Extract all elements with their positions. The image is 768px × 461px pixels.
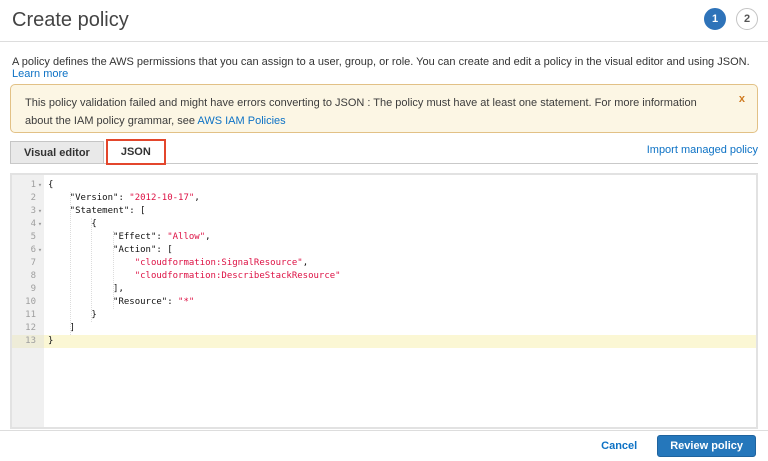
code-line[interactable]: 7 "cloudformation:SignalResource", — [12, 257, 756, 270]
line-number: 7 — [31, 257, 36, 270]
footer-bar: Cancel Review policy — [0, 430, 768, 461]
fold-arrow-icon[interactable]: ▾ — [36, 218, 44, 231]
tab-json[interactable]: JSON — [108, 141, 164, 163]
wizard-step-1: 1 — [704, 8, 726, 30]
tabs: Visual editorJSON — [10, 141, 164, 163]
code-line[interactable]: 9 ], — [12, 283, 756, 296]
code-line[interactable]: 10 "Resource": "*" — [12, 296, 756, 309]
line-number: 9 — [31, 283, 36, 296]
line-number-cell: 13 — [12, 335, 44, 348]
fold-arrow-icon[interactable]: ▾ — [36, 205, 44, 218]
line-number-cell: 6▾ — [12, 244, 44, 257]
code-line[interactable]: 13} — [12, 335, 756, 348]
line-number-cell: 11 — [12, 309, 44, 322]
code-line[interactable]: 12 ] — [12, 322, 756, 335]
code-line[interactable]: 11 } — [12, 309, 756, 322]
code-line[interactable]: 1▾{ — [12, 179, 756, 192]
line-number-cell: 12 — [12, 322, 44, 335]
line-number: 11 — [25, 309, 36, 322]
line-number-cell: 10 — [12, 296, 44, 309]
code-text: "Statement": [ — [44, 205, 756, 218]
learn-more-link[interactable]: Learn more — [12, 68, 68, 80]
json-editor[interactable]: 1▾{2 "Version": "2012-10-17",3▾ "Stateme… — [10, 173, 758, 429]
line-number-cell: 1▾ — [12, 179, 44, 192]
validation-alert: This policy validation failed and might … — [10, 84, 758, 133]
tab-bar: Visual editorJSON Import managed policy — [10, 141, 758, 164]
tab-visual-editor[interactable]: Visual editor — [10, 141, 104, 163]
line-number-cell: 8 — [12, 270, 44, 283]
code-lines: 1▾{2 "Version": "2012-10-17",3▾ "Stateme… — [12, 179, 756, 348]
intro-sentence: A policy defines the AWS permissions tha… — [12, 56, 750, 68]
import-managed-policy-link[interactable]: Import managed policy — [647, 144, 758, 156]
page-title: Create policy — [12, 9, 129, 32]
fold-arrow-icon[interactable]: ▾ — [36, 179, 44, 192]
header-divider — [0, 41, 768, 42]
line-number-cell: 2 — [12, 192, 44, 205]
fold-arrow-icon[interactable]: ▾ — [36, 244, 44, 257]
line-number-cell: 9 — [12, 283, 44, 296]
review-policy-button[interactable]: Review policy — [657, 435, 756, 457]
line-number: 13 — [25, 335, 36, 348]
code-text: { — [44, 218, 756, 231]
line-number: 5 — [31, 231, 36, 244]
close-icon[interactable]: x — [739, 90, 745, 108]
code-text: "Effect": "Allow", — [44, 231, 756, 244]
line-number: 2 — [31, 192, 36, 205]
code-line[interactable]: 5 "Effect": "Allow", — [12, 231, 756, 244]
code-text: } — [44, 309, 756, 322]
line-number: 10 — [25, 296, 36, 309]
code-text: "Resource": "*" — [44, 296, 756, 309]
page-header: Create policy 12 — [0, 0, 768, 41]
line-number-cell: 4▾ — [12, 218, 44, 231]
line-number-cell: 5 — [12, 231, 44, 244]
code-text: "cloudformation:DescribeStackResource" — [44, 270, 756, 283]
code-line[interactable]: 2 "Version": "2012-10-17", — [12, 192, 756, 205]
line-number: 8 — [31, 270, 36, 283]
alert-policies-link[interactable]: AWS IAM Policies — [197, 115, 285, 127]
wizard-step-2: 2 — [736, 8, 758, 30]
code-text: "cloudformation:SignalResource", — [44, 257, 756, 270]
code-text: "Action": [ — [44, 244, 756, 257]
create-policy-page: Create policy 12 A policy defines the AW… — [0, 0, 768, 461]
code-line[interactable]: 6▾ "Action": [ — [12, 244, 756, 257]
intro-text: A policy defines the AWS permissions tha… — [12, 56, 756, 80]
code-text: ], — [44, 283, 756, 296]
code-text: { — [44, 179, 756, 192]
code-text: } — [44, 335, 756, 348]
code-text: ] — [44, 322, 756, 335]
code-line[interactable]: 4▾ { — [12, 218, 756, 231]
cancel-button[interactable]: Cancel — [601, 440, 637, 452]
line-number-cell: 3▾ — [12, 205, 44, 218]
wizard-steps: 12 — [704, 8, 758, 30]
code-text: "Version": "2012-10-17", — [44, 192, 756, 205]
code-line[interactable]: 3▾ "Statement": [ — [12, 205, 756, 218]
alert-message: This policy validation failed and might … — [25, 97, 697, 127]
line-number: 12 — [25, 322, 36, 335]
code-line[interactable]: 8 "cloudformation:DescribeStackResource" — [12, 270, 756, 283]
line-number-cell: 7 — [12, 257, 44, 270]
